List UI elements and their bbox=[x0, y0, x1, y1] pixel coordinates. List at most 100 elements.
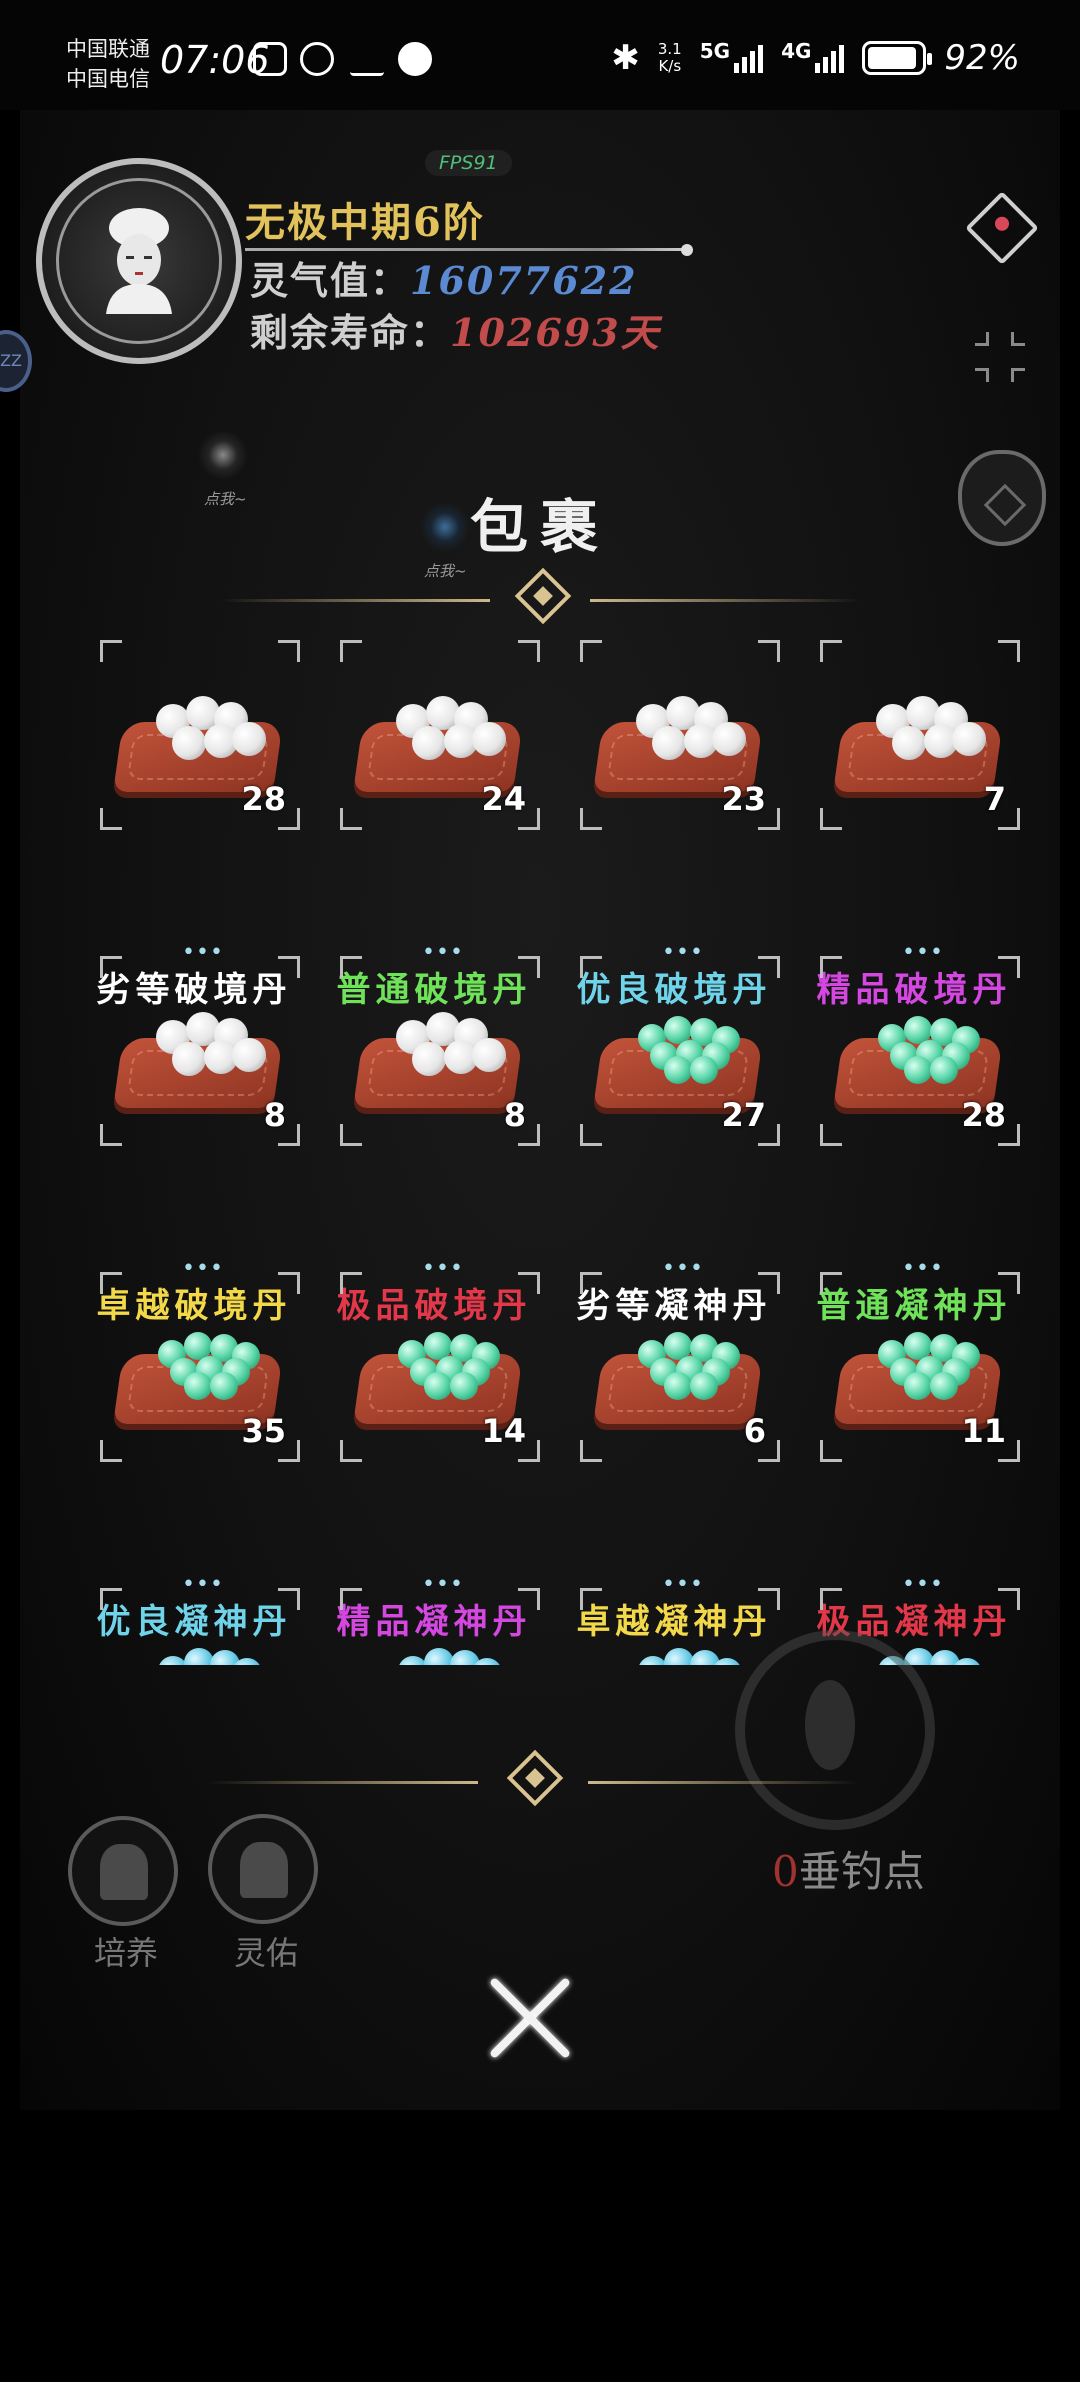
pill-icon bbox=[690, 1372, 718, 1400]
pill-icon bbox=[412, 1042, 446, 1076]
slot-more-dots[interactable]: ••• bbox=[662, 1258, 704, 1280]
inventory-slot[interactable]: ••• 27 bbox=[580, 942, 780, 1146]
signal-1-icon bbox=[734, 43, 764, 73]
inventory-slot[interactable]: ••• 8 bbox=[100, 942, 300, 1146]
cultivate-button[interactable] bbox=[68, 1816, 178, 1926]
pill-icon bbox=[172, 726, 206, 760]
blessing-label: 灵佑 bbox=[234, 1934, 299, 1972]
pill-icon bbox=[424, 1372, 452, 1400]
pill-icon bbox=[412, 726, 446, 760]
item-count: 24 bbox=[481, 780, 526, 818]
qi-value: 16077622 bbox=[410, 258, 638, 303]
item-count: 8 bbox=[263, 1096, 286, 1134]
net-speed: 3.1 K/s bbox=[658, 41, 682, 75]
slot-more-dots[interactable]: ••• bbox=[902, 1574, 944, 1596]
game-screen: FPS91 ZZ 无极中期6阶 灵气值：16077622 剩余寿命：102693… bbox=[0, 110, 1080, 2382]
inventory-slot[interactable]: ••• 8 bbox=[340, 942, 540, 1146]
carrier-1: 中国联通 bbox=[66, 37, 150, 61]
pause-icon bbox=[398, 42, 432, 76]
glow-orb-1[interactable] bbox=[198, 430, 248, 480]
pill-icon bbox=[652, 726, 686, 760]
pill-icon bbox=[712, 722, 746, 756]
pill-icon bbox=[690, 1056, 718, 1084]
inventory-slot[interactable]: 24 bbox=[340, 640, 540, 830]
pill-icon bbox=[904, 1056, 932, 1084]
player-avatar[interactable] bbox=[36, 158, 242, 364]
fishing-button[interactable] bbox=[735, 1630, 935, 1830]
blessing-button[interactable] bbox=[208, 1814, 318, 1924]
item-count: 28 bbox=[961, 1096, 1006, 1134]
inventory-slot[interactable]: ••• bbox=[580, 1574, 780, 1665]
slot-more-dots[interactable]: ••• bbox=[182, 1258, 224, 1280]
net-speed-unit: K/s bbox=[658, 57, 682, 75]
realm-progress-dot bbox=[681, 244, 693, 256]
lifespan-stat: 剩余寿命：102693天 bbox=[250, 302, 661, 357]
inventory-slot[interactable]: ••• 14 bbox=[340, 1258, 540, 1462]
inventory-slot[interactable]: ••• 11 bbox=[820, 1258, 1020, 1462]
net-speed-value: 3.1 bbox=[657, 40, 682, 58]
carrier-2: 中国电信 bbox=[66, 67, 150, 91]
pill-icon bbox=[930, 1372, 958, 1400]
lifespan-value: 102693天 bbox=[450, 310, 661, 355]
pill-icon bbox=[184, 1372, 212, 1400]
item-count: 28 bbox=[241, 780, 286, 818]
inventory-slot[interactable]: ••• 35 bbox=[100, 1258, 300, 1462]
slot-more-dots[interactable]: ••• bbox=[182, 942, 224, 964]
item-count: 23 bbox=[721, 780, 766, 818]
item-count: 8 bbox=[503, 1096, 526, 1134]
pill-icon bbox=[930, 1056, 958, 1084]
pill-icon bbox=[172, 1042, 206, 1076]
slot-more-dots[interactable]: ••• bbox=[182, 1574, 224, 1596]
status-bar: 中国联通 中国电信 07:06 ✱ 3.1 K/s 5G 4G 92% bbox=[0, 0, 1080, 110]
pill-icon bbox=[892, 726, 926, 760]
fps-counter: FPS91 bbox=[425, 150, 512, 176]
item-count: 7 bbox=[983, 780, 1006, 818]
lifespan-label: 剩余寿命： bbox=[250, 310, 451, 355]
status-right: ✱ 3.1 K/s 5G 4G 92% bbox=[611, 38, 1020, 78]
item-count: 14 bbox=[481, 1412, 526, 1450]
slot-more-dots[interactable]: ••• bbox=[662, 1574, 704, 1596]
avatar-portrait-icon bbox=[106, 208, 172, 314]
item-count: 35 bbox=[241, 1412, 286, 1450]
close-icon[interactable] bbox=[484, 1972, 576, 2064]
fishing-count: 0 bbox=[772, 1847, 799, 1896]
network-4g: 4G bbox=[781, 39, 812, 63]
signal-2-icon bbox=[815, 43, 845, 73]
slot-more-dots[interactable]: ••• bbox=[662, 942, 704, 964]
fishing-text: 垂钓点 bbox=[798, 1847, 925, 1896]
nfc-icon bbox=[253, 42, 287, 76]
inventory-slot[interactable]: ••• bbox=[340, 1574, 540, 1665]
pill-icon bbox=[472, 1038, 506, 1072]
pill-icon bbox=[210, 1372, 238, 1400]
inventory-slot[interactable]: 23 bbox=[580, 640, 780, 830]
slot-more-dots[interactable]: ••• bbox=[902, 1258, 944, 1280]
alipay-icon bbox=[350, 42, 384, 76]
slot-more-dots[interactable]: ••• bbox=[902, 942, 944, 964]
qi-label: 灵气值： bbox=[250, 258, 411, 303]
inventory-title: 包裹 bbox=[469, 493, 610, 561]
inventory-slot[interactable]: ••• 6 bbox=[580, 1258, 780, 1462]
slot-more-dots[interactable]: ••• bbox=[422, 942, 464, 964]
slot-more-dots[interactable]: ••• bbox=[422, 1574, 464, 1596]
inventory-slot[interactable]: 28 bbox=[100, 640, 300, 830]
pill-icon bbox=[472, 722, 506, 756]
pill-icon bbox=[232, 1038, 266, 1072]
inventory-slot[interactable]: ••• bbox=[100, 1574, 300, 1665]
carrier-names: 中国联通 中国电信 bbox=[66, 34, 150, 94]
item-count: 27 bbox=[721, 1096, 766, 1134]
slot-more-dots[interactable]: ••• bbox=[422, 1258, 464, 1280]
inventory-grid: 28 劣等破境丹 24 普通破境丹 23 优良破境丹 7 精品破境丹 ••• 8 卓越破境丹 ••• 8… bbox=[96, 640, 1056, 1665]
item-count: 6 bbox=[743, 1412, 766, 1450]
pill-icon bbox=[952, 722, 986, 756]
collapse-icon[interactable] bbox=[975, 332, 1025, 382]
bottom-divider bbox=[208, 1749, 858, 1807]
inventory-slot[interactable]: ••• 28 bbox=[820, 942, 1020, 1146]
pill-icon bbox=[904, 1372, 932, 1400]
pill-icon bbox=[664, 1056, 692, 1084]
item-count: 11 bbox=[961, 1412, 1006, 1450]
pill-icon bbox=[232, 722, 266, 756]
title-divider bbox=[220, 567, 860, 625]
inventory-slot[interactable]: 7 bbox=[820, 640, 1020, 830]
cultivation-realm: 无极中期6阶 bbox=[245, 199, 485, 246]
fishing-label[interactable]: 0垂钓点 bbox=[772, 1838, 925, 1899]
